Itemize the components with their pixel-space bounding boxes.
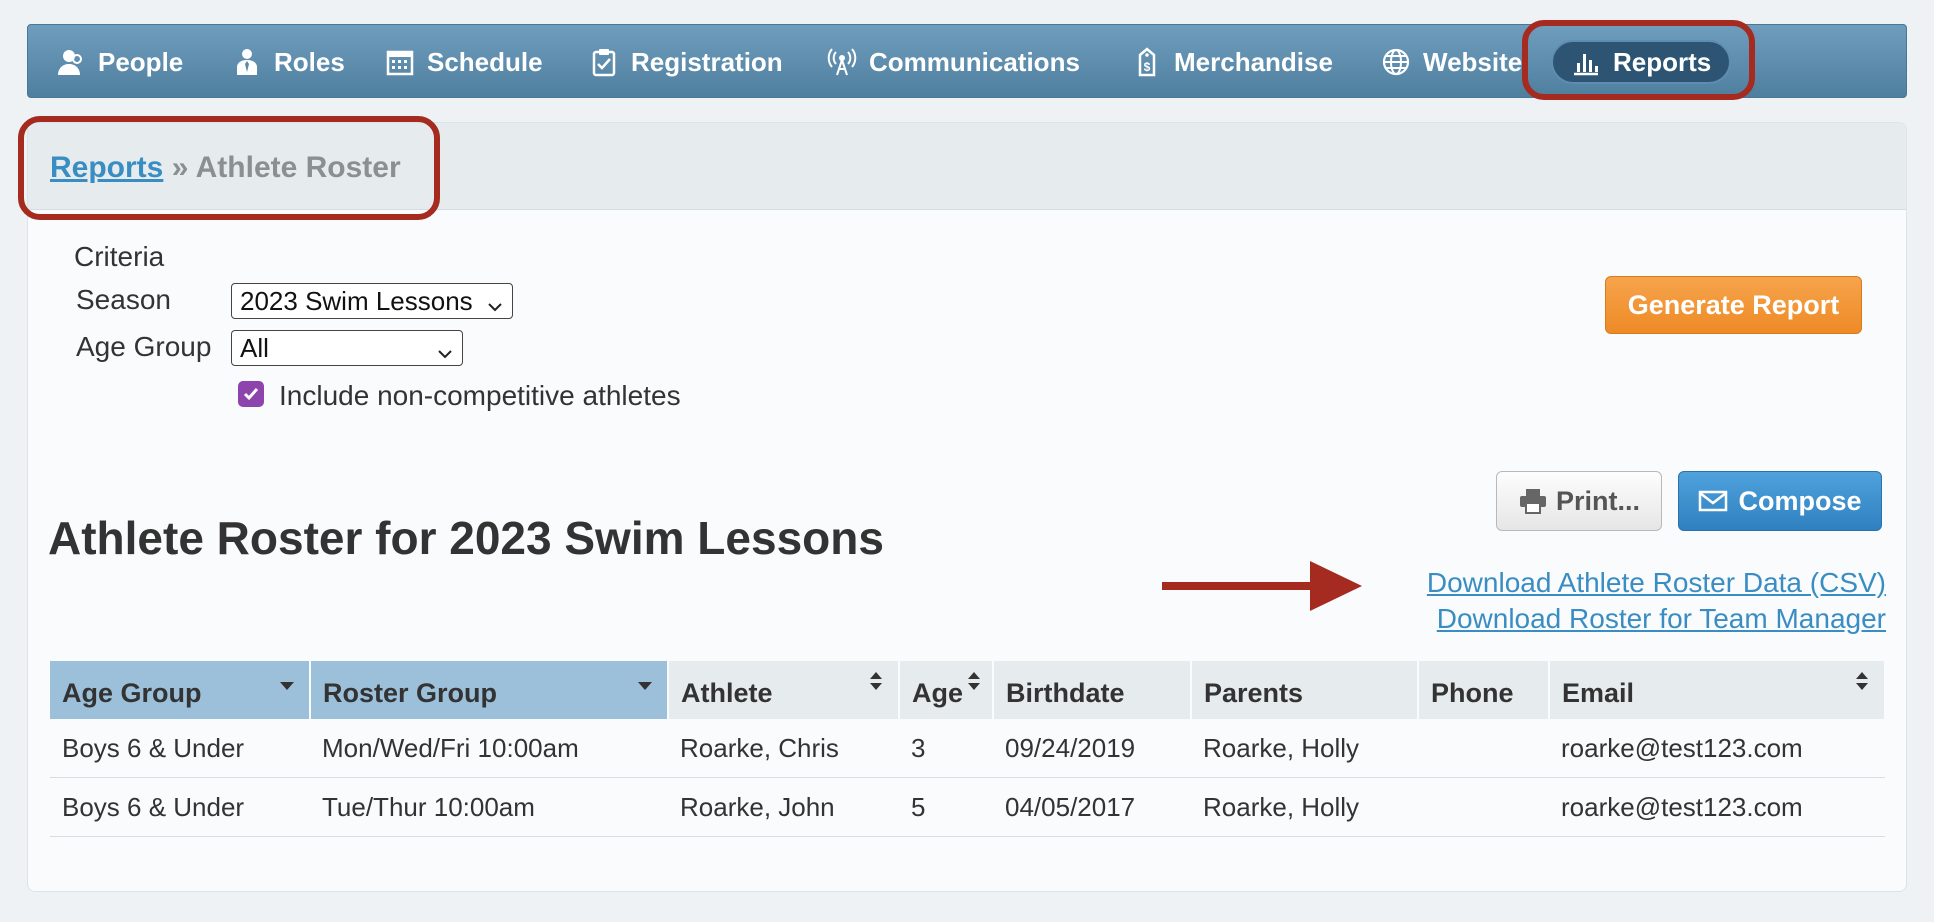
broadcast-icon xyxy=(827,47,857,77)
cell-phone xyxy=(1418,777,1549,837)
cell-phone xyxy=(1418,719,1549,778)
cell-roster-group: Tue/Thur 10:00am xyxy=(310,777,668,837)
nav-roles[interactable]: Roles xyxy=(232,25,345,99)
age-group-select-value: All xyxy=(240,332,269,363)
nav-communications-label: Communications xyxy=(869,46,1080,77)
column-header-parents: Parents xyxy=(1191,661,1419,719)
sort-both-icon xyxy=(1854,667,1870,698)
column-header-label: Email xyxy=(1562,678,1635,708)
nav-communications[interactable]: Communications xyxy=(827,25,1080,99)
breadcrumb-highlight-annotation xyxy=(18,116,440,220)
download-team-manager-link[interactable]: Download Roster for Team Manager xyxy=(1437,603,1886,635)
sort-both-icon xyxy=(966,667,982,698)
nav-website-label: Website xyxy=(1423,46,1523,77)
column-header-label: Age xyxy=(912,678,964,708)
clipboard-check-icon xyxy=(589,47,619,77)
compose-button-label: Compose xyxy=(1738,485,1862,516)
nav-people[interactable]: People xyxy=(56,25,183,99)
print-button-label: Print... xyxy=(1555,485,1640,516)
nav-schedule[interactable]: Schedule xyxy=(385,25,543,99)
compose-button[interactable]: Compose xyxy=(1678,471,1882,531)
column-header-birthdate: Birthdate xyxy=(993,661,1192,719)
envelope-icon xyxy=(1698,490,1728,512)
cell-birthdate: 04/05/2017 xyxy=(993,777,1191,837)
sort-both-icon xyxy=(868,667,884,698)
cell-age: 5 xyxy=(899,777,993,837)
column-header-label: Phone xyxy=(1431,678,1514,708)
column-header-label: Birthdate xyxy=(1006,678,1125,708)
column-header-age[interactable]: Age xyxy=(899,661,994,719)
printer-icon xyxy=(1518,487,1548,515)
cell-parents: Roarke, Holly xyxy=(1191,719,1418,778)
column-header-phone: Phone xyxy=(1418,661,1550,719)
column-header-label: Athlete xyxy=(681,678,773,708)
arrow-annotation xyxy=(1162,559,1372,618)
role-icon xyxy=(232,47,262,77)
column-header-label: Roster Group xyxy=(323,678,498,708)
sort-desc-icon xyxy=(279,667,295,698)
column-header-roster-group[interactable]: Roster Group xyxy=(310,661,669,719)
column-header-label: Parents xyxy=(1204,678,1304,708)
svg-text:$: $ xyxy=(1144,60,1151,74)
cell-email: roarke@test123.com xyxy=(1549,719,1885,778)
nav-merchandise[interactable]: $ Merchandise xyxy=(1132,25,1333,99)
cell-parents: Roarke, Holly xyxy=(1191,777,1418,837)
column-header-label: Age Group xyxy=(62,678,202,708)
cell-age-group: Boys 6 & Under xyxy=(50,719,310,778)
age-group-select[interactable]: All xyxy=(231,330,463,366)
season-select[interactable]: 2023 Swim Lessons xyxy=(231,283,513,319)
table-row: Boys 6 & Under Tue/Thur 10:00am Roarke, … xyxy=(50,777,1885,837)
nav-schedule-label: Schedule xyxy=(427,46,543,77)
globe-icon xyxy=(1381,47,1411,77)
age-group-label: Age Group xyxy=(76,331,212,362)
cell-age: 3 xyxy=(899,719,993,778)
table-row: Boys 6 & Under Mon/Wed/Fri 10:00am Roark… xyxy=(50,719,1885,778)
cell-athlete: Roarke, Chris xyxy=(668,719,899,778)
sort-desc-icon xyxy=(637,667,653,698)
noncompetitive-checkbox[interactable] xyxy=(238,381,264,407)
download-csv-link[interactable]: Download Athlete Roster Data (CSV) xyxy=(1427,567,1886,599)
reports-highlight-annotation xyxy=(1522,20,1755,100)
checkmark-icon xyxy=(243,388,259,401)
nav-website[interactable]: Website xyxy=(1381,25,1522,99)
column-header-age-group[interactable]: Age Group xyxy=(50,661,311,719)
roster-table: Age Group Roster Group Athlete Age Birth… xyxy=(50,661,1886,837)
report-title: Athlete Roster for 2023 Swim Lessons xyxy=(48,512,884,564)
print-button[interactable]: Print... xyxy=(1496,471,1662,531)
person-icon xyxy=(56,47,86,77)
nav-people-label: People xyxy=(98,46,184,77)
nav-registration-label: Registration xyxy=(631,46,783,77)
generate-report-button[interactable]: Generate Report xyxy=(1605,276,1862,334)
season-select-value: 2023 Swim Lessons xyxy=(240,285,473,316)
cell-age-group: Boys 6 & Under xyxy=(50,777,310,837)
cell-email: roarke@test123.com xyxy=(1549,777,1885,837)
season-label: Season xyxy=(76,284,171,315)
price-tag-icon: $ xyxy=(1132,47,1162,77)
cell-birthdate: 09/24/2019 xyxy=(993,719,1191,778)
report-panel: Reports » Athlete Roster Criteria Season… xyxy=(27,122,1907,892)
nav-registration[interactable]: Registration xyxy=(589,25,783,99)
nav-roles-label: Roles xyxy=(274,46,345,77)
chevron-down-icon xyxy=(486,292,504,323)
noncompetitive-label: Include non-competitive athletes xyxy=(279,380,681,411)
table-header-row: Age Group Roster Group Athlete Age Birth… xyxy=(50,661,1886,719)
criteria-heading: Criteria xyxy=(74,241,165,272)
nav-merchandise-label: Merchandise xyxy=(1174,46,1333,77)
cell-roster-group: Mon/Wed/Fri 10:00am xyxy=(310,719,668,778)
column-header-athlete[interactable]: Athlete xyxy=(668,661,900,719)
column-header-email[interactable]: Email xyxy=(1549,661,1886,719)
chevron-down-icon xyxy=(436,339,454,370)
calendar-icon xyxy=(385,47,415,77)
cell-athlete: Roarke, John xyxy=(668,777,899,837)
